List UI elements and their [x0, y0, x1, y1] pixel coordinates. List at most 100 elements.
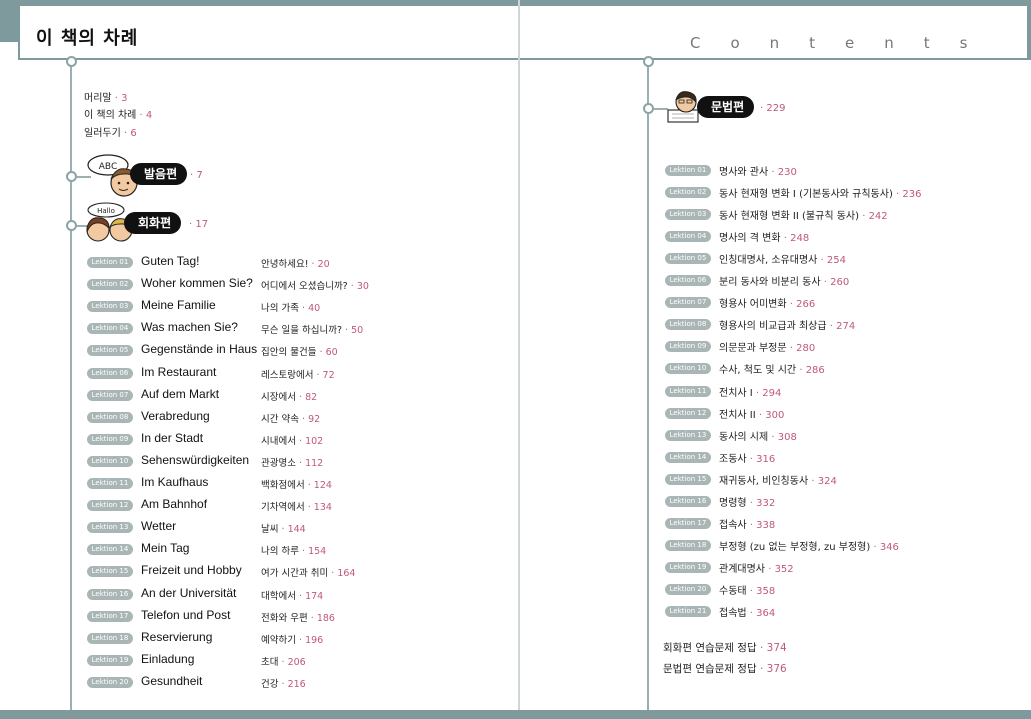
- lesson-badge: Lektion 08: [665, 319, 711, 331]
- lesson-separator: ·: [771, 167, 775, 178]
- lesson-korean-title: 시내에서 · 102: [261, 433, 323, 447]
- lesson-grammar-title: 접속법 · 364: [719, 604, 775, 619]
- lesson-korean-title: 안녕하세요! · 20: [261, 256, 330, 270]
- lesson-page: 260: [830, 277, 850, 289]
- lesson-badge: Lektion 05: [87, 345, 133, 357]
- lesson-badge: Lektion 10: [87, 455, 133, 467]
- lesson-badge: Lektion 18: [87, 632, 133, 644]
- lesson-badge: Lektion 05: [665, 253, 711, 265]
- lesson-grammar-title: 접속사 · 338: [719, 516, 775, 531]
- pronunciation-section-badge[interactable]: 발음편: [130, 163, 188, 185]
- grammar-section-badge[interactable]: 문법편: [697, 96, 755, 118]
- lesson-grammar-text: 명령형: [719, 497, 747, 509]
- lesson-badge: Lektion 09: [87, 433, 133, 445]
- lesson-grammar-title: 분리 동사와 비분리 동사 · 260: [719, 273, 849, 288]
- lesson-german-title: An der Universität: [141, 585, 237, 600]
- lesson-german-title: Woher kommen Sie?: [141, 276, 253, 291]
- lesson-korean-text: 관광명소: [261, 457, 296, 469]
- lesson-page: 196: [305, 634, 324, 646]
- lesson-grammar-text: 부정형 (zu 없는 부정형, zu 부정형): [719, 541, 871, 553]
- book-title: 이 책의 차례: [36, 28, 139, 49]
- lesson-page: 82: [305, 391, 318, 403]
- lesson-separator: ·: [299, 435, 303, 447]
- lesson-grammar-title: 명사의 격 변화 · 248: [719, 229, 809, 244]
- conversation-section-badge[interactable]: 회화편: [124, 212, 182, 234]
- lesson-grammar-text: 전치사 I: [719, 387, 753, 399]
- conv-dot: [66, 220, 77, 231]
- intro-item-preface[interactable]: 머리말 · 3: [84, 89, 128, 104]
- lesson-grammar-text: 인칭대명사, 소유대명사: [719, 255, 818, 267]
- intro-item-guide[interactable]: 일러두기 · 6: [84, 124, 137, 139]
- lesson-korean-text: 레스토랑에서: [261, 369, 314, 381]
- lesson-separator: ·: [345, 325, 349, 337]
- answer-key-grammar[interactable]: 문법편 연습문제 정답 · 376: [663, 661, 787, 676]
- lesson-page: 332: [756, 497, 776, 509]
- lesson-badge: Lektion 03: [665, 209, 711, 221]
- lesson-badge: Lektion 02: [87, 279, 133, 291]
- lesson-korean-text: 예약하기: [261, 634, 296, 646]
- lesson-page: 144: [287, 524, 306, 536]
- lesson-separator: ·: [755, 387, 760, 399]
- lesson-page: 164: [337, 568, 356, 580]
- lesson-korean-title: 날씨 · 144: [261, 521, 306, 535]
- lesson-separator: ·: [302, 546, 306, 558]
- bottom-border-bar: [0, 710, 1031, 719]
- lesson-badge: Lektion 19: [665, 561, 711, 573]
- lesson-badge: Lektion 20: [87, 676, 133, 688]
- lesson-page: 242: [868, 211, 888, 223]
- lesson-grammar-title: 형용사 어미변화 · 266: [719, 295, 815, 310]
- lesson-page: 60: [325, 347, 338, 359]
- lesson-separator: ·: [771, 431, 775, 443]
- lesson-grammar-text: 조동사: [719, 453, 747, 465]
- lesson-badge: Lektion 19: [87, 654, 133, 666]
- lesson-page: 254: [826, 255, 847, 267]
- left-header-dot: [66, 56, 77, 67]
- lesson-page: 364: [756, 608, 776, 619]
- lesson-korean-text: 여가 시간과 취미: [261, 568, 329, 580]
- lesson-page: 286: [805, 365, 825, 377]
- lesson-page: 230: [777, 167, 797, 178]
- intro-item-contents[interactable]: 이 책의 차례 · 4: [84, 106, 152, 121]
- lesson-separator: ·: [281, 678, 285, 690]
- lesson-german-title: Wetter: [141, 519, 177, 534]
- lesson-korean-title: 집안의 물건들 · 60: [261, 344, 338, 358]
- lesson-badge: Lektion 01: [87, 257, 133, 268]
- lesson-korean-title: 예약하기 · 196: [261, 632, 323, 646]
- lesson-page: 92: [308, 413, 321, 425]
- right-timeline: [647, 60, 649, 710]
- lesson-separator: ·: [789, 343, 793, 355]
- lesson-page: 294: [762, 387, 782, 399]
- lesson-separator: ·: [783, 233, 787, 245]
- lesson-page: 50: [351, 325, 364, 337]
- lesson-separator: ·: [299, 590, 303, 602]
- lesson-separator: ·: [799, 365, 803, 377]
- lesson-german-title: Gesundheit: [141, 673, 203, 688]
- lesson-german-title: Telefon und Post: [141, 607, 231, 622]
- lesson-badge: Lektion 13: [665, 429, 711, 441]
- lesson-badge: Lektion 14: [665, 451, 711, 463]
- lesson-korean-title: 어디에서 오셨습니까? · 30: [261, 278, 369, 292]
- lesson-grammar-title: 부정형 (zu 없는 부정형, zu 부정형) · 346: [719, 538, 899, 553]
- lesson-badge: Lektion 18: [665, 539, 711, 551]
- lesson-grammar-text: 명사와 관사: [719, 167, 769, 178]
- grammar-section-page: · 229: [760, 103, 786, 114]
- lesson-badge: Lektion 07: [87, 389, 133, 401]
- lesson-korean-text: 시내에서: [261, 435, 296, 447]
- lesson-badge: Lektion 12: [665, 407, 711, 419]
- lesson-separator: ·: [873, 541, 877, 553]
- lesson-korean-text: 대학에서: [261, 590, 296, 602]
- lesson-korean-title: 기차역에서 · 134: [261, 499, 332, 513]
- lesson-german-title: Guten Tag!: [141, 254, 200, 268]
- lesson-page: 248: [790, 233, 810, 245]
- lesson-separator: ·: [302, 303, 306, 315]
- lesson-korean-title: 시장에서 · 82: [261, 389, 317, 403]
- lesson-separator: ·: [896, 189, 900, 201]
- lesson-separator: ·: [302, 413, 306, 425]
- answer-key-conversation[interactable]: 회화편 연습문제 정답 · 374: [663, 640, 787, 655]
- lesson-grammar-text: 명사의 격 변화: [719, 233, 781, 245]
- lesson-korean-title: 여가 시간과 취미 · 164: [261, 565, 355, 579]
- lesson-grammar-title: 동사 현재형 변화 II (불규칙 동사) · 242: [719, 207, 888, 222]
- lesson-separator: ·: [789, 299, 793, 311]
- lesson-page: 316: [756, 453, 776, 465]
- lesson-korean-text: 무슨 일을 하십니까?: [261, 325, 343, 337]
